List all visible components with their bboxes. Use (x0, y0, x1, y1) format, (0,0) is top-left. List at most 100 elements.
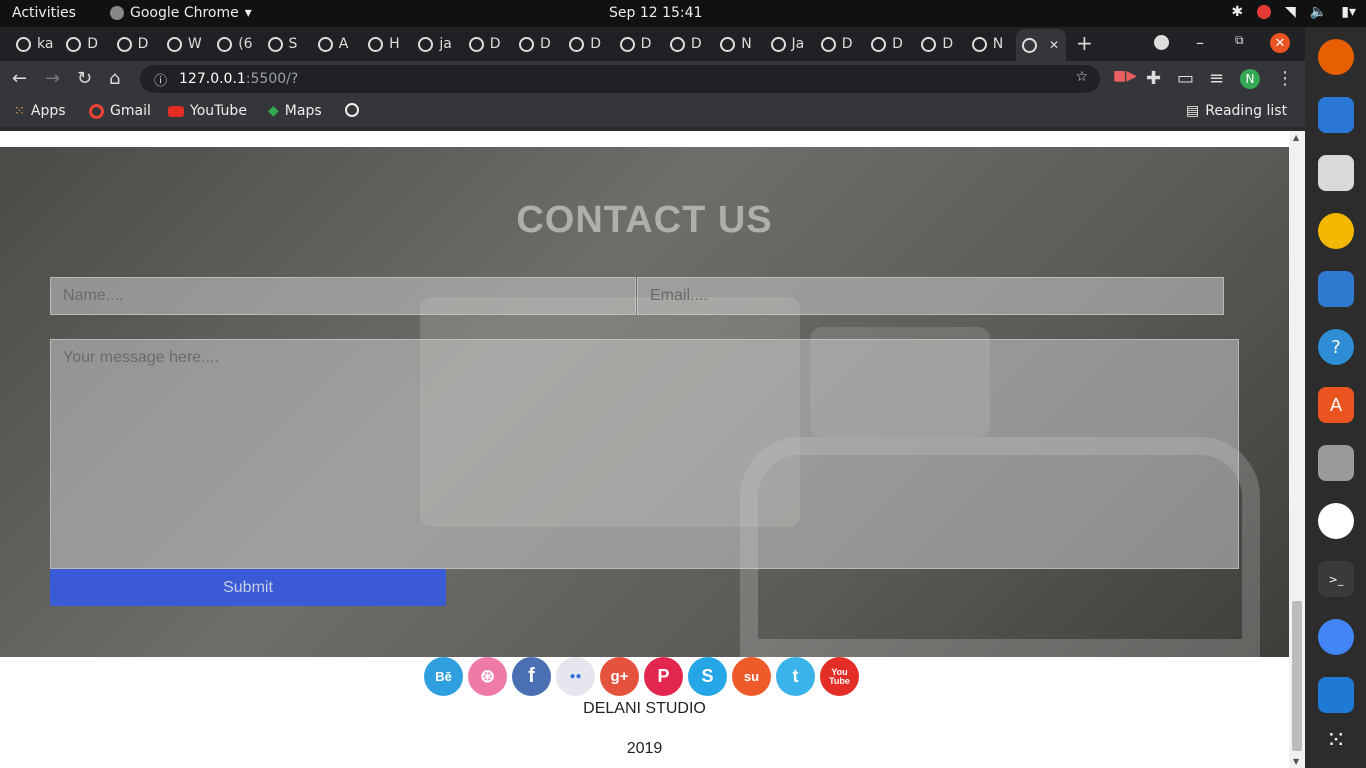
browser-tab[interactable]: D (563, 33, 613, 55)
browser-tab[interactable]: D (614, 33, 664, 55)
tab-favicon-icon (669, 36, 685, 52)
tab-label: (6 (238, 36, 253, 52)
vscode-icon[interactable] (1318, 677, 1354, 713)
scroll-up-arrow-icon[interactable]: ▲ (1293, 133, 1299, 142)
behance-icon[interactable]: Bē (424, 657, 463, 696)
page-scrollbar[interactable]: ▲ ▼ (1289, 131, 1305, 768)
tab-favicon-icon (66, 36, 82, 52)
slack-tray-icon[interactable]: ✱ (1231, 4, 1243, 20)
message-textarea[interactable]: Your message here.... (50, 339, 1239, 569)
rhythmbox-icon[interactable] (1318, 213, 1354, 249)
cast-icon[interactable]: ▭ (1177, 68, 1194, 89)
battery-icon[interactable]: ▮▾ (1341, 4, 1356, 20)
app-menu[interactable]: Google Chrome ▾ (110, 5, 252, 21)
tab-favicon-icon (770, 36, 786, 52)
terminal-icon[interactable]: >_ (1318, 561, 1354, 597)
pinterest-icon[interactable]: P (644, 657, 683, 696)
scrollbar-thumb[interactable] (1292, 601, 1302, 751)
system-top-bar: Activities Google Chrome ▾ Sep 12 15:41 … (0, 0, 1366, 27)
youtube-icon[interactable]: You Tube (820, 657, 859, 696)
browser-tab[interactable]: W (161, 33, 211, 55)
browser-tab[interactable]: ka (10, 33, 60, 55)
close-window-button[interactable]: ✕ (1270, 33, 1290, 53)
bookmark-globe[interactable] (345, 103, 359, 117)
thunderbird-icon[interactable] (1318, 97, 1354, 133)
firefox-icon[interactable] (1318, 39, 1354, 75)
tab-label: D (640, 36, 652, 52)
google-plus-icon[interactable]: g+ (600, 657, 639, 696)
image-viewer-icon[interactable] (1318, 445, 1354, 481)
email-input[interactable]: Email.... (637, 277, 1224, 315)
maps-icon: ◆ (268, 103, 279, 119)
minimize-button[interactable]: – (1196, 33, 1204, 52)
browser-tab[interactable]: D (463, 33, 513, 55)
tab-label: D (137, 36, 149, 52)
tab-favicon-icon (871, 36, 887, 52)
extensions-icon[interactable]: ✚ (1146, 68, 1161, 89)
tab-label: D (892, 36, 903, 52)
scroll-down-arrow-icon[interactable]: ▼ (1293, 757, 1299, 766)
back-button[interactable]: ← (12, 68, 27, 89)
tab-label: D (841, 36, 853, 52)
help-icon[interactable]: ? (1318, 329, 1354, 365)
bookmark-star-icon[interactable]: ☆ (1075, 69, 1088, 85)
flickr-icon[interactable]: ●● (556, 657, 595, 696)
media-control-icon[interactable]: ≡ (1209, 68, 1224, 89)
screen-recorder-icon[interactable]: ■▶ (1113, 68, 1137, 84)
bookmark-youtube[interactable]: YouTube (168, 103, 247, 119)
browser-tab[interactable]: A (312, 33, 362, 55)
activities-button[interactable]: Activities (12, 5, 76, 21)
browser-tab[interactable]: N (714, 33, 764, 55)
browser-tab[interactable]: D (815, 33, 865, 55)
browser-tab[interactable]: D (865, 33, 915, 55)
name-input[interactable]: Name.... (50, 277, 636, 315)
close-tab-icon[interactable]: ✕ (1049, 38, 1059, 52)
browser-tab[interactable]: N (966, 33, 1016, 55)
restore-button[interactable]: ⧉ (1235, 33, 1244, 48)
facebook-icon[interactable]: f (512, 657, 551, 696)
stumbleupon-icon[interactable]: su (732, 657, 771, 696)
forward-button[interactable]: → (45, 68, 60, 89)
do-not-disturb-icon[interactable] (1257, 5, 1272, 19)
system-tray[interactable]: ✱ ◥ 🔈 ▮▾ (1231, 4, 1356, 20)
clock[interactable]: Sep 12 15:41 (609, 5, 702, 21)
files-icon[interactable] (1318, 155, 1354, 191)
reload-button[interactable]: ↻ (77, 68, 92, 89)
browser-tab[interactable]: S (262, 33, 312, 55)
site-info-icon[interactable]: ⓘ (154, 70, 167, 89)
new-tab-button[interactable]: + (1076, 31, 1093, 55)
browser-tab[interactable]: D (664, 33, 714, 55)
twitter-icon[interactable]: t (776, 657, 815, 696)
footer-studio-name: DELANI STUDIO (583, 700, 706, 717)
browser-tab[interactable]: D (915, 33, 965, 55)
software-center-icon[interactable]: A (1318, 387, 1354, 423)
bookmark-gmail[interactable]: Gmail (89, 103, 151, 119)
dribbble-icon[interactable]: ⊛ (468, 657, 507, 696)
libreoffice-writer-icon[interactable] (1318, 271, 1354, 307)
browser-tab[interactable]: D (513, 33, 563, 55)
skype-icon[interactable]: S (688, 657, 727, 696)
browser-tab[interactable]: ja (412, 33, 462, 55)
bookmark-apps[interactable]: ⁙ Apps (14, 103, 66, 119)
address-bar[interactable]: ⓘ 127.0.0.1:5500/? ☆ (140, 65, 1100, 93)
browser-tab[interactable]: Ja (765, 33, 815, 55)
submit-button[interactable]: Submit (50, 569, 446, 606)
tab-label: N (992, 36, 1004, 52)
tab-search-button[interactable] (1154, 35, 1169, 50)
wifi-icon[interactable]: ◥ (1285, 4, 1296, 20)
menu-icon[interactable]: ⋮ (1276, 68, 1294, 89)
reading-list-button[interactable]: ▤ Reading list (1186, 103, 1287, 119)
tab-label: D (942, 36, 954, 52)
volume-icon[interactable]: 🔈 (1310, 4, 1327, 20)
home-button[interactable]: ⌂ (109, 68, 120, 89)
browser-tab[interactable]: H (362, 33, 412, 55)
show-apps-icon[interactable]: ⁙ (1318, 722, 1354, 758)
browser-tab[interactable]: (6 (211, 33, 261, 55)
browser-tab[interactable]: D (60, 33, 110, 55)
bookmark-maps[interactable]: ◆ Maps (268, 103, 322, 119)
chrome-icon[interactable] (1318, 619, 1354, 655)
browser-tab[interactable]: ✕ (1016, 29, 1066, 61)
browser-tab[interactable]: D (111, 33, 161, 55)
profile-avatar[interactable]: N (1240, 69, 1260, 89)
slack-icon[interactable] (1318, 503, 1354, 539)
